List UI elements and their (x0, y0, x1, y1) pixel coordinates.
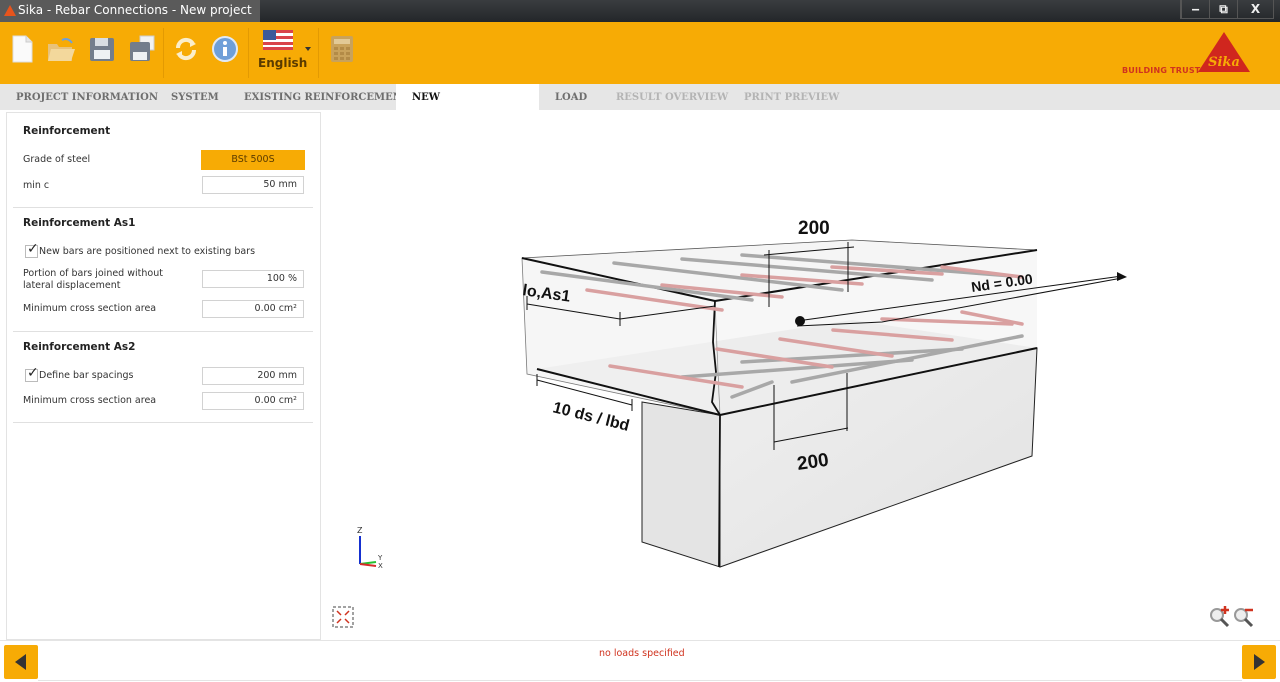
sika-logo: Sika (1198, 32, 1250, 72)
arrow-left-icon (15, 654, 26, 670)
footer-divider (38, 680, 1242, 681)
save-button[interactable] (88, 34, 116, 64)
maximize-button[interactable]: ⧉ (1209, 0, 1237, 19)
window-controls: ‒ ⧉ X (1180, 0, 1274, 19)
tab-print-preview: PRINT PREVIEW (744, 92, 840, 103)
main-toolbar: English BUILDING TRUST Sika (0, 22, 1280, 84)
save-icon (90, 38, 114, 61)
next-to-existing-label: New bars are positioned next to existing… (39, 246, 256, 257)
next-step-button[interactable] (1242, 645, 1276, 679)
window-titlebar: Sika - Rebar Connections - New project ‒… (0, 0, 1280, 22)
sika-logo-text: Sika (1208, 55, 1240, 70)
portion-joined-input[interactable]: 100 % (202, 270, 304, 288)
arrow-right-icon (1254, 654, 1265, 670)
bar-spacing-input[interactable]: 200 mm (202, 367, 304, 385)
force-origin-marker (795, 316, 805, 326)
min-c-input[interactable]: 50 mm (202, 176, 304, 194)
as1-min-area-label: Minimum cross section area (23, 303, 157, 314)
define-bar-spacings-checkbox[interactable]: ✓ (25, 365, 39, 382)
calculator-button[interactable] (329, 34, 357, 64)
top-spacing-label: 200 (798, 218, 830, 239)
section-divider (13, 207, 313, 208)
info-icon (212, 36, 238, 62)
section-title-as2: Reinforcement As2 (23, 341, 136, 353)
zoom-in-icon[interactable] (1208, 606, 1230, 628)
zoom-out-icon[interactable] (1232, 606, 1254, 628)
close-button[interactable]: X (1237, 0, 1273, 19)
footer-bar: no loads specified (0, 640, 1280, 682)
rebar-connection-drawing: lo,As1 10 ds / lbd 200 200 Nd = 0.00 (521, 218, 1127, 568)
section-divider (13, 331, 313, 332)
grade-of-steel-label: Grade of steel (23, 154, 91, 165)
bottom-spacing-label: 200 (796, 450, 830, 475)
svg-text:Y: Y (377, 554, 383, 562)
tab-project-information[interactable]: PROJECT INFORMATION (0, 84, 174, 110)
existing-block-left-face (641, 401, 721, 568)
tab-system[interactable]: SYSTEM (155, 84, 235, 110)
next-to-existing-checkbox[interactable]: ✓ (25, 241, 39, 258)
toolbar-separator (248, 28, 249, 78)
svg-text:X: X (378, 562, 383, 570)
3d-viewport[interactable]: lo,As1 10 ds / lbd 200 200 Nd = 0.00 Z Y… (322, 112, 1280, 640)
us-flag-icon (263, 30, 293, 50)
open-folder-icon (48, 38, 75, 61)
app-icon (4, 5, 16, 16)
anchorage-label: 10 ds / lbd (551, 399, 631, 434)
previous-step-button[interactable] (4, 645, 38, 679)
section-title-as1: Reinforcement As1 (23, 217, 136, 229)
brand-tagline: BUILDING TRUST (1122, 66, 1201, 75)
section-title-reinforcement: Reinforcement (23, 125, 111, 137)
save-as-icon (130, 35, 155, 61)
as2-min-area-input[interactable]: 0.00 cm² (202, 392, 304, 410)
refresh-button[interactable] (172, 34, 200, 64)
status-message: no loads specified (599, 648, 685, 659)
as2-min-area-label: Minimum cross section area (23, 395, 157, 406)
fit-to-screen-icon[interactable] (332, 606, 354, 628)
checkmark-icon: ✓ (27, 365, 39, 381)
new-document-button[interactable] (8, 34, 36, 64)
refresh-icon (175, 37, 197, 61)
toolbar-separator (318, 28, 319, 78)
tab-new-reinforcement[interactable]: NEW REINFORCEMENT (396, 84, 539, 130)
svg-text:Z: Z (357, 526, 363, 535)
tab-load[interactable]: LOAD (539, 84, 603, 110)
as1-min-area-input[interactable]: 0.00 cm² (202, 300, 304, 318)
save-as-button[interactable] (128, 34, 156, 64)
portion-joined-label-line2: lateral displacement (23, 280, 121, 291)
settings-panel: Reinforcement Grade of steel BSt 500S mi… (6, 112, 321, 640)
open-file-button[interactable] (46, 34, 75, 64)
language-label: English (258, 56, 308, 70)
section-divider (13, 422, 313, 423)
window-title: Sika - Rebar Connections - New project (18, 3, 252, 17)
define-bar-spacings-label: Define bar spacings (39, 370, 134, 381)
force-arrowhead (1117, 272, 1127, 281)
language-selector[interactable]: English (258, 30, 308, 70)
new-document-icon (12, 35, 33, 63)
min-c-label: min c (23, 180, 50, 191)
chevron-down-icon[interactable] (305, 47, 311, 51)
portion-joined-label-line1: Portion of bars joined without (23, 268, 163, 279)
main-tabs: PROJECT INFORMATION SYSTEM EXISTING REIN… (0, 84, 1280, 130)
grade-of-steel-select[interactable]: BSt 500S (201, 150, 305, 170)
axis-triad-icon: Z Y X (357, 526, 383, 570)
tab-result-overview: RESULT OVERVIEW (616, 92, 729, 103)
toolbar-separator (163, 28, 164, 78)
calculator-icon (331, 36, 353, 62)
checkmark-icon: ✓ (27, 241, 39, 257)
window-title-container: Sika - Rebar Connections - New project (0, 0, 260, 22)
info-button[interactable] (211, 34, 239, 64)
minimize-button[interactable]: ‒ (1181, 0, 1209, 19)
